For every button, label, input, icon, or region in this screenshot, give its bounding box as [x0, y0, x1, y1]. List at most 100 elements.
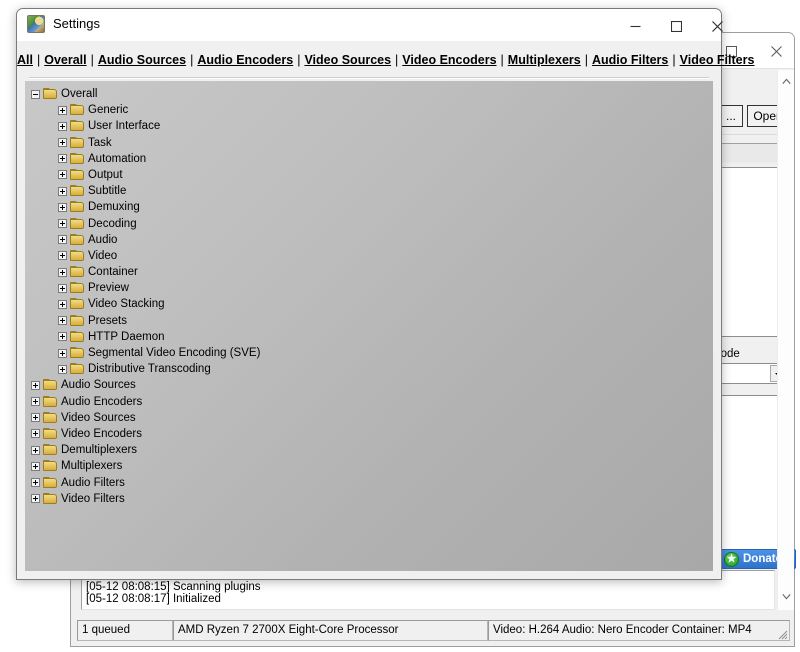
tree-item-video-filters[interactable]: Video Filters [25, 491, 713, 507]
tree-item-subtitle[interactable]: Subtitle [25, 183, 713, 199]
background-close-button[interactable] [761, 39, 791, 63]
tree-item-video-encoders[interactable]: Video Encoders [25, 426, 713, 442]
collapse-icon[interactable] [31, 89, 40, 99]
nav-link-multiplexers[interactable]: Multiplexers [508, 53, 581, 67]
expand-icon[interactable] [58, 283, 67, 293]
app-icon [27, 15, 45, 33]
tree-item-audio-filters[interactable]: Audio Filters [25, 475, 713, 491]
tree-item-container[interactable]: Container [25, 264, 713, 280]
tree-item-presets[interactable]: Presets [25, 313, 713, 329]
tree-item-label: Demultiplexers [61, 444, 138, 457]
tree-item-user-interface[interactable]: User Interface [25, 118, 713, 134]
tree-item-overall[interactable]: Overall [25, 86, 713, 102]
folder-icon [70, 298, 85, 310]
nav-link-audio-sources[interactable]: Audio Sources [98, 53, 186, 67]
expand-icon[interactable] [58, 202, 67, 212]
scroll-down-button[interactable] [778, 589, 795, 606]
tree-item-video[interactable]: Video [25, 248, 713, 264]
nav-link-audio-encoders[interactable]: Audio Encoders [197, 53, 293, 67]
tree-item-http-daemon[interactable]: HTTP Daemon [25, 329, 713, 345]
nav-separator: | [36, 53, 41, 67]
expand-icon[interactable] [58, 299, 67, 309]
desktop-root: ... Open rties) Mode nal ★ Donate [05-12… [0, 0, 800, 652]
nav-link-audio-filters[interactable]: Audio Filters [592, 53, 668, 67]
tree-item-preview[interactable]: Preview [25, 280, 713, 296]
expand-icon[interactable] [58, 251, 67, 261]
tree-item-audio[interactable]: Audio [25, 232, 713, 248]
tree-item-output[interactable]: Output [25, 167, 713, 183]
tree-item-generic[interactable]: Generic [25, 102, 713, 118]
scroll-up-button[interactable] [778, 74, 795, 91]
tree-item-label: Video Filters [61, 492, 125, 505]
expand-icon[interactable] [58, 219, 67, 228]
settings-close-button[interactable] [696, 10, 738, 40]
tree-item-label: Automation [88, 152, 147, 165]
tree-item-video-sources[interactable]: Video Sources [25, 410, 713, 426]
tree-item-decoding[interactable]: Decoding [25, 216, 713, 232]
settings-titlebar[interactable]: Settings [17, 9, 723, 41]
tree-item-label: Video Stacking [88, 298, 165, 311]
nav-link-video-filters[interactable]: Video Filters [680, 53, 755, 67]
folder-icon [43, 379, 58, 391]
expand-icon[interactable] [58, 105, 67, 115]
tree-item-label: Video Sources [61, 411, 136, 424]
resize-grip-icon[interactable] [776, 628, 788, 640]
expand-icon[interactable] [31, 380, 40, 390]
expand-icon[interactable] [58, 364, 67, 374]
nav-link-overall[interactable]: Overall [44, 53, 86, 67]
settings-title: Settings [53, 16, 100, 31]
settings-tree[interactable]: Overall Generic User Interface Task Automati… [25, 81, 713, 571]
folder-icon [70, 330, 85, 343]
expand-icon[interactable] [58, 154, 67, 164]
expand-icon[interactable] [31, 413, 40, 423]
nav-separator: | [395, 53, 399, 67]
folder-icon [70, 266, 85, 278]
folder-icon [43, 492, 58, 505]
folder-icon [43, 444, 58, 456]
tree-item-audio-sources[interactable]: Audio Sources [25, 377, 713, 393]
tree-item-multiplexers[interactable]: Multiplexers [25, 458, 713, 474]
expand-icon[interactable] [58, 348, 67, 358]
tree-item-label: Audio Sources [61, 379, 136, 392]
tree-item-label: Distributive Transcoding [88, 363, 211, 376]
tree-item-video-stacking[interactable]: Video Stacking [25, 296, 713, 312]
expand-icon[interactable] [58, 235, 67, 245]
log-line: [05-12 08:08:15] Scanning plugins [86, 580, 261, 593]
expand-icon[interactable] [31, 397, 40, 407]
folder-icon [70, 347, 85, 359]
expand-icon[interactable] [31, 429, 40, 439]
tree-item-demuxing[interactable]: Demuxing [25, 199, 713, 215]
tree-item-automation[interactable]: Automation [25, 151, 713, 167]
expand-icon[interactable] [58, 316, 67, 326]
expand-icon[interactable] [58, 121, 67, 131]
tree-item-label: Segmental Video Encoding (SVE) [88, 347, 261, 359]
expand-icon[interactable] [58, 170, 67, 180]
chevron-down-icon [782, 594, 791, 600]
nav-link-video-encoders[interactable]: Video Encoders [402, 53, 496, 67]
background-vertical-scrollbar[interactable] [777, 70, 794, 610]
expand-icon[interactable] [31, 494, 40, 504]
tree-item-demultiplexers[interactable]: Demultiplexers [25, 442, 713, 458]
tree-item-distributive-transcoding[interactable]: Distributive Transcoding [25, 361, 713, 377]
browse-button[interactable]: ... [719, 105, 743, 127]
nav-link-video-sources[interactable]: Video Sources [304, 53, 391, 67]
tree-item-segmental-video-encoding-sve-[interactable]: Segmental Video Encoding (SVE) [25, 345, 713, 361]
settings-dialog[interactable]: Settings All | Overall | Audio Sources | Audio [16, 8, 754, 580]
folder-icon [70, 363, 85, 375]
nav-link-all[interactable]: All [17, 53, 33, 67]
tree-item-task[interactable]: Task [25, 135, 713, 151]
tree-item-label: HTTP Daemon [88, 330, 165, 343]
expand-icon[interactable] [58, 332, 67, 342]
expand-icon[interactable] [31, 478, 40, 487]
expand-icon[interactable] [58, 186, 67, 196]
expand-icon[interactable] [58, 138, 67, 148]
folder-icon [70, 136, 85, 149]
tree-item-audio-encoders[interactable]: Audio Encoders [25, 394, 713, 410]
settings-maximize-button[interactable] [655, 10, 697, 40]
expand-icon[interactable] [31, 461, 40, 471]
minimize-icon [630, 25, 640, 28]
settings-minimize-button[interactable] [614, 10, 656, 40]
expand-icon[interactable] [31, 445, 40, 455]
tree-item-label: Audio Encoders [61, 395, 143, 408]
expand-icon[interactable] [58, 267, 67, 277]
